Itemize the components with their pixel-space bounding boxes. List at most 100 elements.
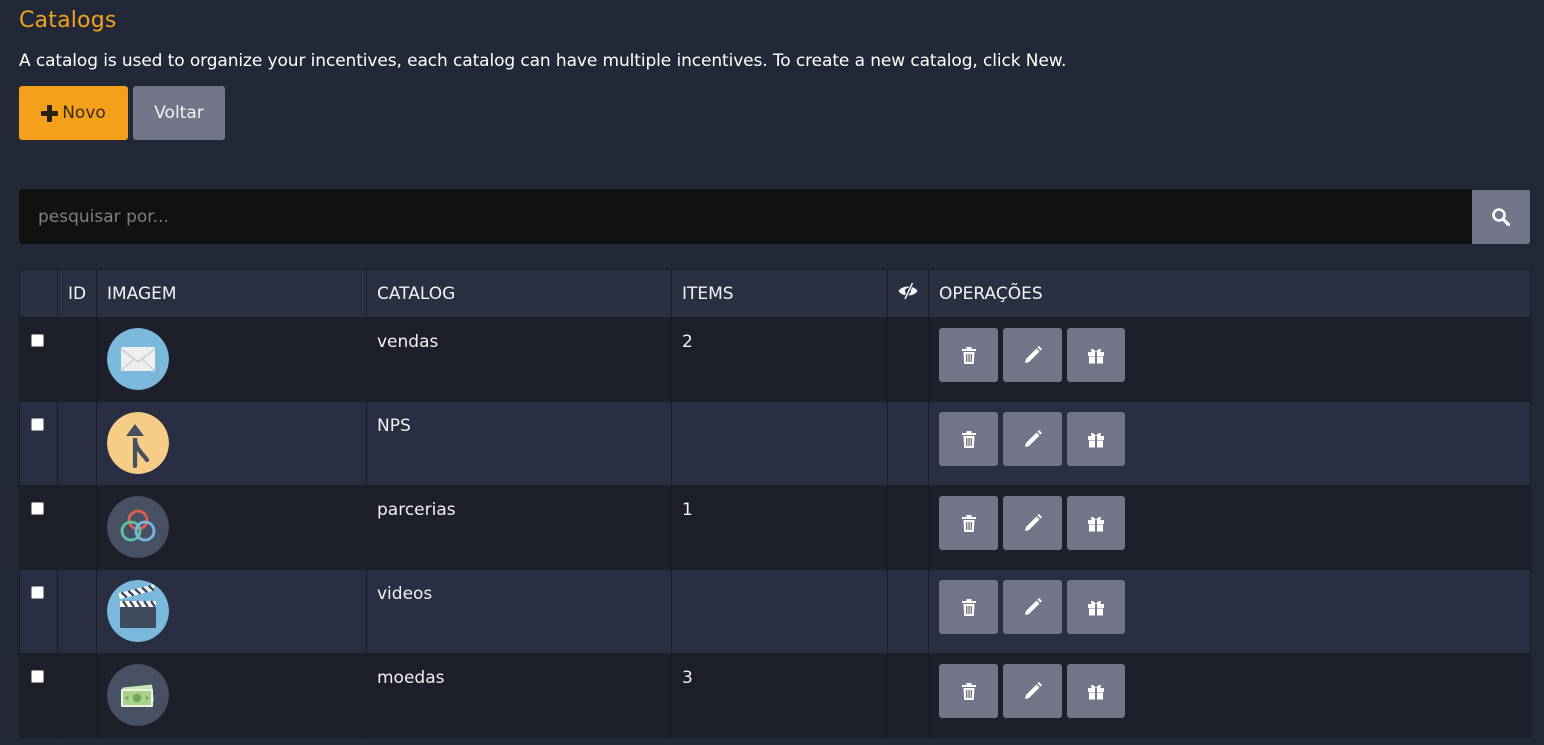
incentives-button[interactable] [1067,664,1125,718]
pencil-icon [1024,598,1042,615]
operations-column-header: OPERAÇÕES [928,269,1531,318]
page-description: A catalog is used to organize your incen… [19,51,1067,71]
search-icon [1492,208,1511,227]
visibility-cell [887,485,929,570]
edit-button[interactable] [1003,664,1062,718]
id-cell [57,569,97,654]
new-button-label: Novo [62,103,106,123]
catalog-name-cell: vendas [366,317,672,402]
trash-icon [961,682,976,700]
pencil-icon [1024,514,1042,531]
id-cell [57,653,97,738]
pencil-icon [1024,346,1042,363]
row-checkbox[interactable] [31,586,44,599]
visibility-cell [887,653,929,738]
select-cell [19,485,58,570]
image-cell [96,401,367,486]
select-column-header [19,269,58,318]
image-column-header[interactable]: IMAGEM [96,269,367,318]
table-row: videos [19,569,1531,654]
visibility-cell [887,569,929,654]
operations-cell [928,485,1531,570]
operations-cell [928,401,1531,486]
operations-cell [928,317,1531,402]
items-cell: 1 [671,485,888,570]
trash-icon [961,598,976,616]
back-button[interactable]: Voltar [133,86,225,140]
delete-button[interactable] [939,412,998,466]
select-cell [19,569,58,654]
incentives-button[interactable] [1067,496,1125,550]
image-cell [96,317,367,402]
table-row: moedas 3 [19,653,1531,738]
select-cell [19,653,58,738]
items-cell: 2 [671,317,888,402]
operations-cell [928,569,1531,654]
search-bar [19,189,1530,244]
search-input[interactable] [19,189,1472,244]
plus-icon [41,104,59,122]
select-cell [19,401,58,486]
interlocking-rings-icon [107,496,169,558]
row-checkbox[interactable] [31,418,44,431]
edit-button[interactable] [1003,412,1062,466]
gift-icon [1088,684,1104,700]
delete-button[interactable] [939,580,998,634]
envelope-icon [107,328,169,390]
table-row: vendas 2 [19,317,1531,402]
delete-button[interactable] [939,664,998,718]
eye-slash-icon [898,282,918,300]
trash-icon [961,514,976,532]
select-cell [19,317,58,402]
catalog-name-cell: parcerias [366,485,672,570]
catalog-column-header[interactable]: CATALOG [366,269,672,318]
clapperboard-icon [107,580,169,642]
gift-icon [1088,432,1104,448]
trash-icon [961,430,976,448]
id-cell [57,485,97,570]
edit-button[interactable] [1003,580,1062,634]
delete-button[interactable] [939,496,998,550]
visibility-column-header[interactable] [887,269,929,318]
banknote-icon [107,664,169,726]
incentives-button[interactable] [1067,328,1125,382]
gift-icon [1088,516,1104,532]
edit-button[interactable] [1003,496,1062,550]
row-checkbox[interactable] [31,334,44,347]
trash-icon [961,346,976,364]
page-title: Catalogs [19,8,117,33]
items-cell [671,569,888,654]
catalog-name-cell: moedas [366,653,672,738]
new-catalog-button[interactable]: Novo [19,86,128,140]
table-header-row: ID IMAGEM CATALOG ITEMS OPERAÇÕES [19,269,1531,318]
visibility-cell [887,317,929,402]
catalog-name-cell: NPS [366,401,672,486]
toolbar: Novo Voltar [19,86,225,140]
image-cell [96,653,367,738]
row-checkbox[interactable] [31,502,44,515]
delete-button[interactable] [939,328,998,382]
image-cell [96,485,367,570]
catalogs-table: ID IMAGEM CATALOG ITEMS OPERAÇÕES vendas… [19,269,1531,738]
id-cell [57,317,97,402]
visibility-cell [887,401,929,486]
items-cell [671,401,888,486]
row-checkbox[interactable] [31,670,44,683]
id-cell [57,401,97,486]
edit-button[interactable] [1003,328,1062,382]
image-cell [96,569,367,654]
gift-icon [1088,600,1104,616]
merge-arrow-icon [107,412,169,474]
catalog-name-cell: videos [366,569,672,654]
table-row: parcerias 1 [19,485,1531,570]
search-button[interactable] [1472,190,1530,244]
table-row: NPS [19,401,1531,486]
items-cell: 3 [671,653,888,738]
gift-icon [1088,348,1104,364]
items-column-header[interactable]: ITEMS [671,269,888,318]
id-column-header[interactable]: ID [57,269,97,318]
incentives-button[interactable] [1067,580,1125,634]
pencil-icon [1024,430,1042,447]
incentives-button[interactable] [1067,412,1125,466]
pencil-icon [1024,682,1042,699]
